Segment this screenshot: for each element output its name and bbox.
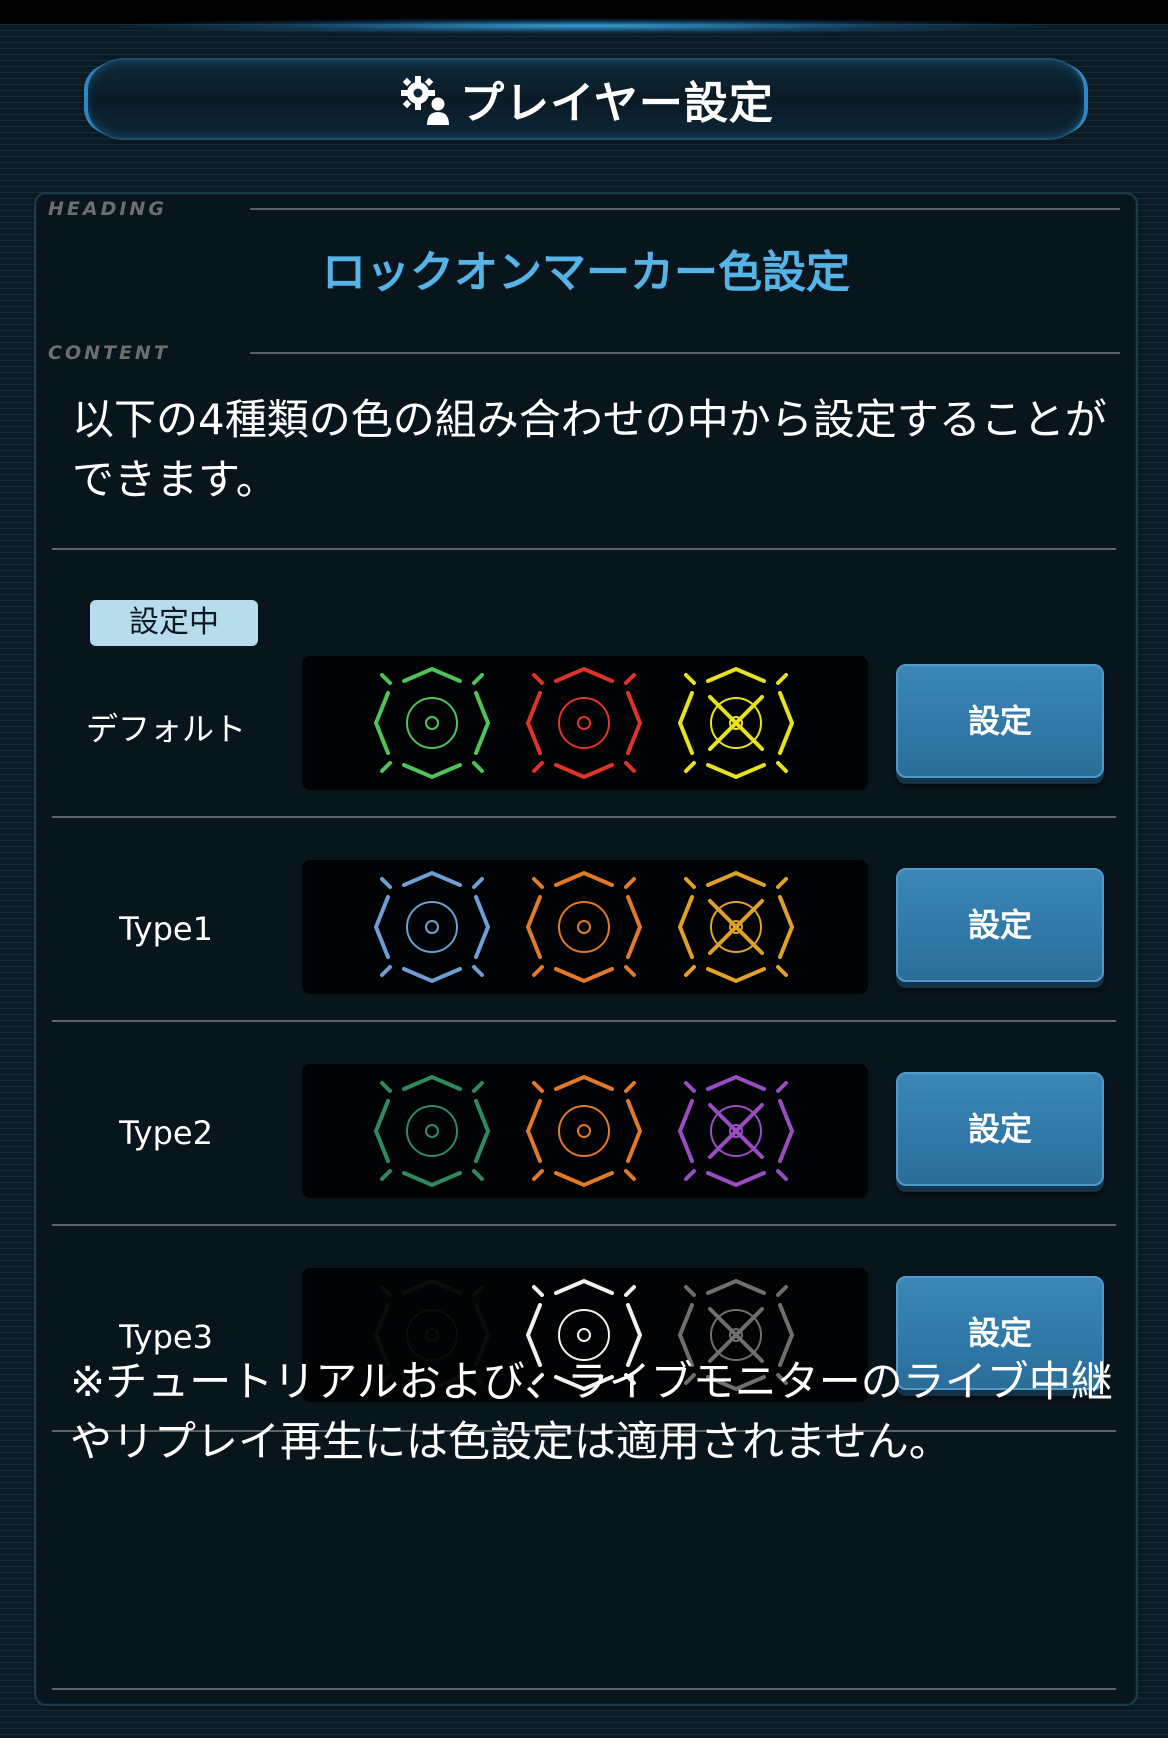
page-title-wrap: プレイヤー設定	[398, 67, 774, 131]
heading-section-label: HEADING	[48, 198, 167, 220]
locked-marker-icon	[677, 666, 795, 780]
divider	[52, 1020, 1116, 1022]
content-section-line	[250, 352, 1120, 354]
option-row-type2: Type2 設定	[36, 1048, 1136, 1228]
note-text: ※チュートリアルおよび、ライブモニターのライブ中継やリプレイ再生には色設定は適用…	[70, 1357, 1113, 1466]
option-row-type1: Type1 設定	[36, 844, 1136, 1024]
set-button-default[interactable]: 設定	[896, 664, 1104, 778]
target-marker-icon	[525, 1074, 643, 1188]
content-section-label: CONTENT	[48, 342, 170, 364]
option-name: Type1	[119, 910, 213, 948]
set-button-type2[interactable]: 設定	[896, 1072, 1104, 1186]
target-marker-icon	[525, 870, 643, 984]
gear-person-icon	[401, 76, 450, 125]
option-name: デフォルト	[85, 710, 246, 748]
option-name: Type2	[119, 1114, 213, 1152]
header-right-cap	[1062, 64, 1088, 134]
marker-preview-svg	[373, 1074, 795, 1188]
top-glow	[120, 18, 1048, 34]
settings-panel: HEADING ロックオンマーカー色設定 CONTENT 以下の4種類の色の組み…	[34, 192, 1138, 1706]
header-left-cap	[84, 64, 110, 134]
locked-marker-icon	[677, 870, 795, 984]
marker-preview	[302, 1064, 868, 1198]
active-badge: 設定中	[90, 600, 258, 646]
option-row-default: 設定中 デフォルト 設定	[36, 600, 1136, 790]
option-name: Type3	[119, 1318, 213, 1356]
page-header: プレイヤー設定	[84, 58, 1088, 140]
set-button-type1[interactable]: 設定	[896, 868, 1104, 982]
marker-preview	[302, 860, 868, 994]
marker-preview-svg	[373, 870, 795, 984]
divider	[52, 1224, 1116, 1226]
marker-preview-svg	[373, 666, 795, 780]
target-marker-icon	[525, 666, 643, 780]
content-description: 以下の4種類の色の組み合わせの中から設定することができます。	[72, 395, 1107, 504]
page-title: プレイヤー設定	[460, 78, 774, 129]
normal-marker-icon	[373, 666, 491, 780]
divider	[52, 816, 1116, 818]
divider	[52, 548, 1116, 550]
marker-preview	[302, 656, 868, 790]
divider	[52, 1688, 1116, 1690]
heading-section-line	[250, 208, 1120, 210]
normal-marker-icon	[373, 870, 491, 984]
locked-marker-icon	[677, 1074, 795, 1188]
normal-marker-icon	[373, 1074, 491, 1188]
heading-title: ロックオンマーカー色設定	[322, 247, 850, 298]
